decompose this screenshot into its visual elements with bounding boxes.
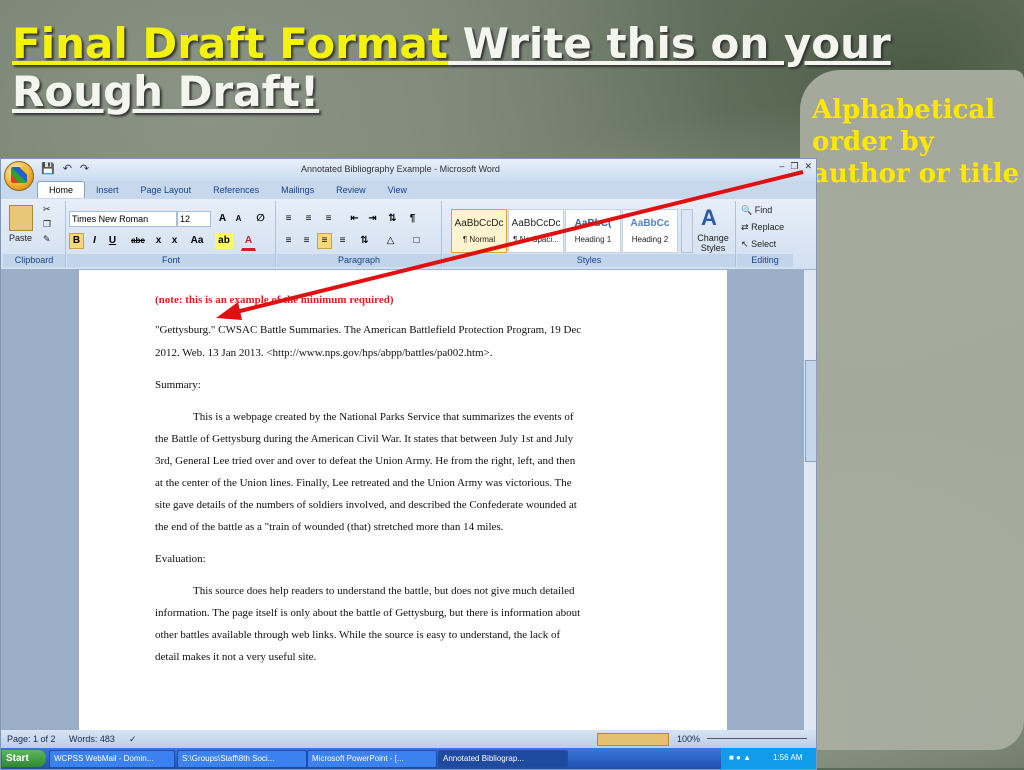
arrow-head [216, 302, 242, 320]
arrow-line [231, 170, 804, 315]
annotation-arrow [216, 170, 804, 320]
